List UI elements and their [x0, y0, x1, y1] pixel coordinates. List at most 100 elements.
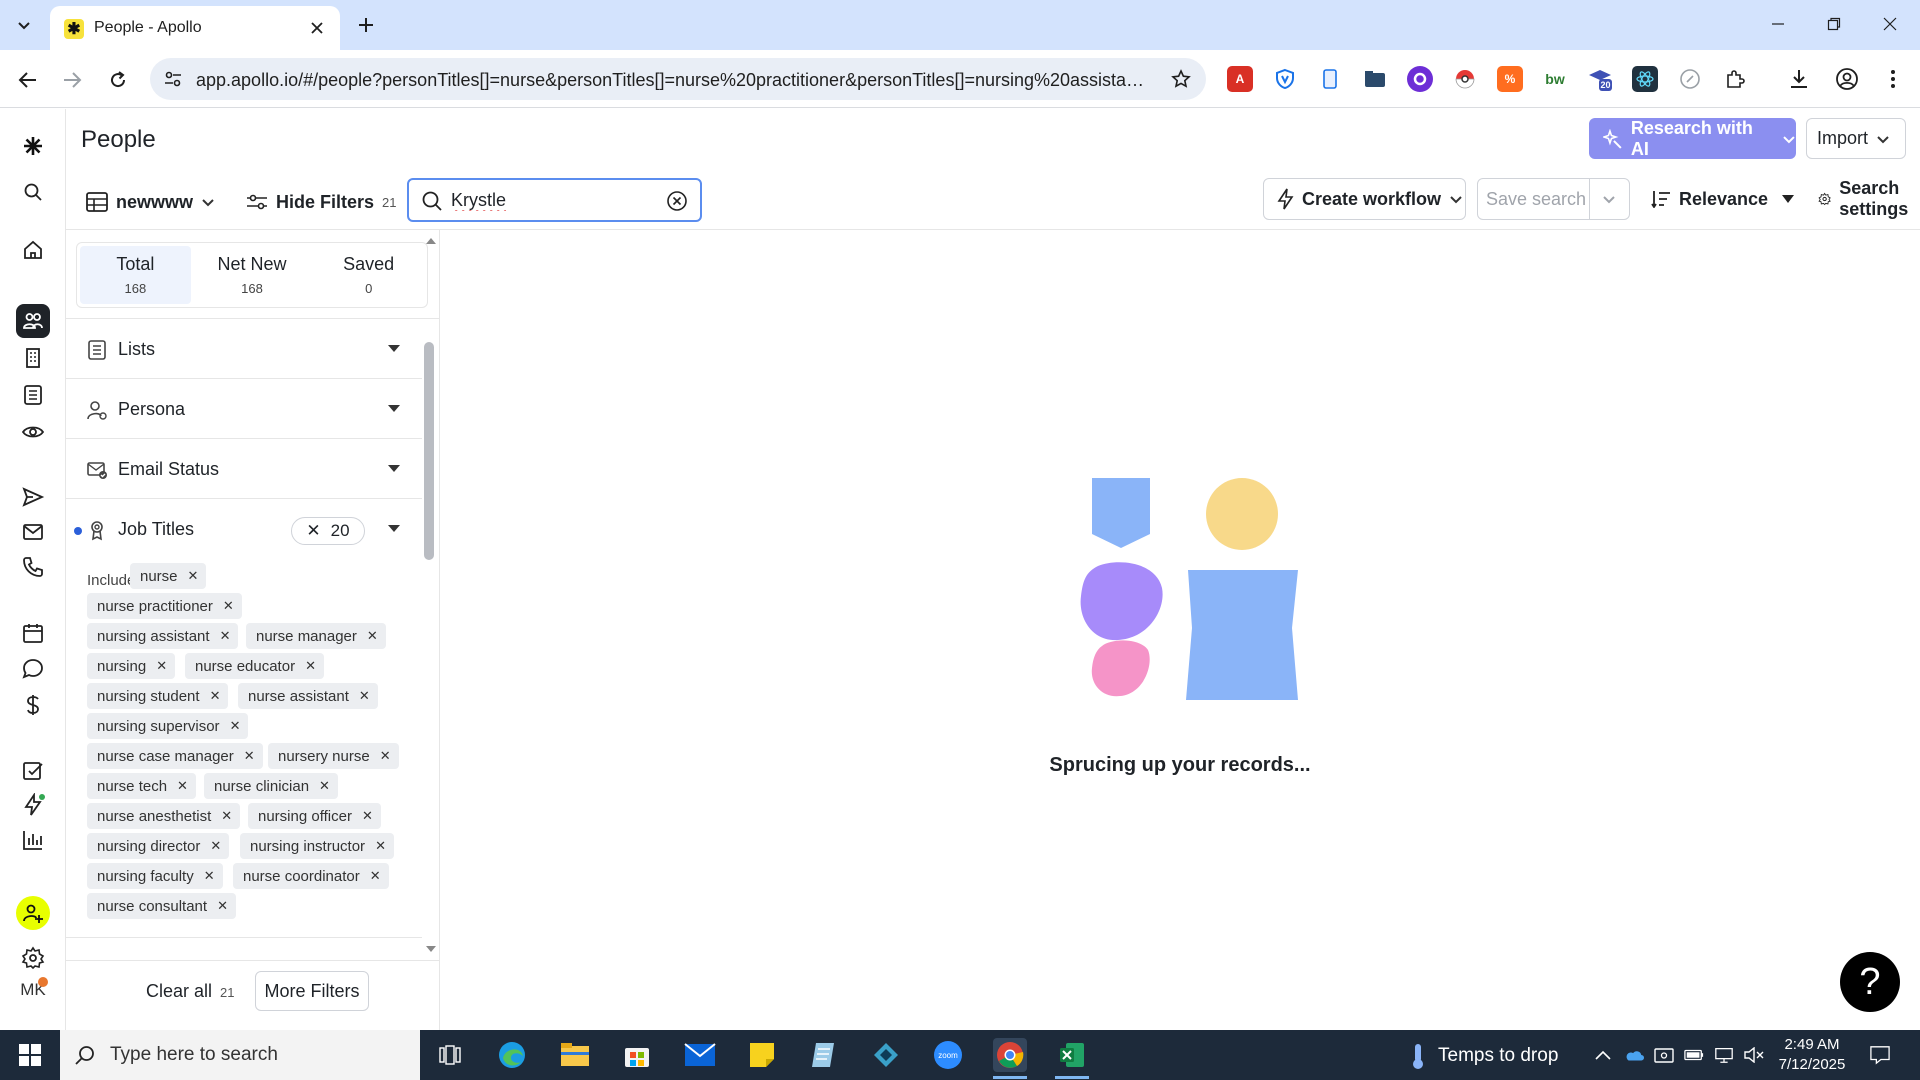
conversations-chat-icon[interactable]: [16, 652, 50, 686]
circle-extension-icon[interactable]: [1407, 66, 1433, 92]
onedrive-icon[interactable]: [1624, 1045, 1644, 1065]
close-window-button[interactable]: [1870, 10, 1910, 38]
folder-extension-icon[interactable]: [1362, 66, 1388, 92]
remove-chip-icon[interactable]: ✕: [370, 868, 381, 884]
shield-extension-icon[interactable]: [1272, 66, 1298, 92]
mail-icon[interactable]: [683, 1038, 717, 1072]
job-titles-clear-badge[interactable]: ✕ 20: [291, 517, 365, 545]
sequences-send-icon[interactable]: [16, 480, 50, 514]
excel-icon[interactable]: [1055, 1038, 1089, 1072]
home-icon[interactable]: [16, 233, 50, 267]
workflows-lightning-icon[interactable]: [16, 788, 50, 822]
saved-view-selector[interactable]: newwww: [86, 186, 215, 218]
task-view-icon[interactable]: [433, 1038, 467, 1072]
filter-lists[interactable]: Lists: [66, 319, 422, 379]
remove-chip-icon[interactable]: ✕: [217, 898, 228, 914]
pdf-extension-icon[interactable]: A: [1227, 66, 1253, 92]
chevron-up-icon[interactable]: [1593, 1045, 1613, 1065]
filter-persona[interactable]: Persona: [66, 379, 422, 439]
clock[interactable]: 2:49 AM 7/12/2025: [1762, 1035, 1862, 1075]
remove-chip-icon[interactable]: ✕: [375, 838, 386, 854]
filter-job-titles[interactable]: Job Titles ✕ 20: [66, 499, 422, 559]
url-text[interactable]: app.apollo.io/#/people?personTitles[]=nu…: [196, 70, 1146, 91]
restore-button[interactable]: [1814, 10, 1854, 38]
bw-extension-icon[interactable]: bw: [1542, 66, 1568, 92]
taskbar-search-box[interactable]: Type here to search: [60, 1030, 420, 1080]
save-search-button[interactable]: Save search: [1477, 178, 1630, 220]
remove-chip-icon[interactable]: ✕: [210, 688, 221, 704]
tab-search-button[interactable]: [10, 12, 38, 38]
chrome-icon[interactable]: [993, 1038, 1027, 1072]
document-extension-icon[interactable]: [1317, 66, 1343, 92]
remove-chip-icon[interactable]: ✕: [244, 748, 255, 764]
percent-extension-icon[interactable]: %: [1497, 66, 1523, 92]
apollo-logo-icon[interactable]: [16, 129, 50, 163]
chevron-down-icon[interactable]: [1602, 192, 1616, 206]
emails-icon[interactable]: [16, 515, 50, 549]
microsoft-store-icon[interactable]: [620, 1038, 654, 1072]
remove-chip-icon[interactable]: ✕: [221, 808, 232, 824]
sort-relevance-button[interactable]: Relevance: [1651, 182, 1795, 216]
meet-now-icon[interactable]: [1654, 1045, 1674, 1065]
site-info-icon[interactable]: [162, 68, 184, 90]
tab-close-button[interactable]: [306, 17, 328, 39]
minimize-button[interactable]: [1758, 10, 1798, 38]
create-workflow-button[interactable]: Create workflow: [1263, 178, 1466, 220]
remove-chip-icon[interactable]: ✕: [177, 778, 188, 794]
browser-tab-active[interactable]: ✱ People - Apollo: [50, 6, 340, 50]
zoom-icon[interactable]: zoom: [931, 1038, 965, 1072]
research-with-ai-button[interactable]: Research with AI: [1589, 118, 1796, 159]
scroll-up-icon[interactable]: [426, 238, 436, 244]
tab-net-new[interactable]: Net New 168: [197, 246, 308, 304]
file-explorer-icon[interactable]: [558, 1038, 592, 1072]
user-avatar[interactable]: MK: [16, 973, 50, 1007]
help-button[interactable]: ?: [1840, 952, 1900, 1012]
remove-chip-icon[interactable]: ✕: [210, 838, 221, 854]
diamond-app-icon[interactable]: [869, 1038, 903, 1072]
people-icon[interactable]: [16, 304, 50, 338]
remove-chip-icon[interactable]: ✕: [362, 808, 373, 824]
back-button[interactable]: [12, 64, 44, 96]
settings-gear-icon[interactable]: [16, 941, 50, 975]
edge-browser-icon[interactable]: [495, 1038, 529, 1072]
invite-user-icon[interactable]: [16, 896, 50, 930]
website-visitors-icon[interactable]: [16, 415, 50, 449]
meetings-calendar-icon[interactable]: [16, 616, 50, 650]
remove-chip-icon[interactable]: ✕: [367, 628, 378, 644]
notes-app-icon[interactable]: [807, 1038, 841, 1072]
clear-search-icon[interactable]: [666, 190, 688, 212]
sticky-notes-icon[interactable]: [745, 1038, 779, 1072]
remove-chip-icon[interactable]: ✕: [223, 598, 234, 614]
hide-filters-button[interactable]: Hide Filters 21: [246, 186, 397, 218]
companies-icon[interactable]: [16, 341, 50, 375]
tasks-checkbox-icon[interactable]: [16, 754, 50, 788]
more-filters-button[interactable]: More Filters: [255, 971, 369, 1011]
keyword-search-input[interactable]: [451, 188, 651, 212]
network-icon[interactable]: [1714, 1045, 1734, 1065]
weather-widget[interactable]: Temps to drop: [1410, 1042, 1558, 1070]
puzzle-extensions-icon[interactable]: [1722, 66, 1748, 92]
remove-chip-icon[interactable]: ✕: [204, 868, 215, 884]
bookmark-star-icon[interactable]: [1170, 68, 1192, 90]
search-icon[interactable]: [16, 175, 50, 209]
lists-icon[interactable]: [16, 378, 50, 412]
analytics-chart-icon[interactable]: [16, 823, 50, 857]
clear-all-button[interactable]: Clear all 21: [146, 981, 235, 1002]
deals-dollar-icon[interactable]: [16, 688, 50, 722]
new-tab-button[interactable]: [352, 12, 380, 38]
filter-email-status[interactable]: Email Status: [66, 439, 422, 499]
tab-saved[interactable]: Saved 0: [313, 246, 424, 304]
compass-extension-icon[interactable]: [1677, 66, 1703, 92]
import-button[interactable]: Import: [1806, 118, 1906, 159]
start-button[interactable]: [0, 1030, 60, 1080]
profile-icon[interactable]: [1834, 66, 1860, 92]
browser-menu-icon[interactable]: [1880, 66, 1906, 92]
download-icon[interactable]: [1786, 66, 1812, 92]
remove-chip-icon[interactable]: ✕: [380, 748, 391, 764]
scrollbar-thumb[interactable]: [424, 342, 434, 560]
tab-total[interactable]: Total 168: [80, 246, 191, 304]
remove-chip-icon[interactable]: ✕: [156, 658, 167, 674]
remove-chip-icon[interactable]: ✕: [319, 778, 330, 794]
remove-chip-icon[interactable]: ✕: [220, 628, 231, 644]
reload-button[interactable]: [102, 64, 134, 96]
